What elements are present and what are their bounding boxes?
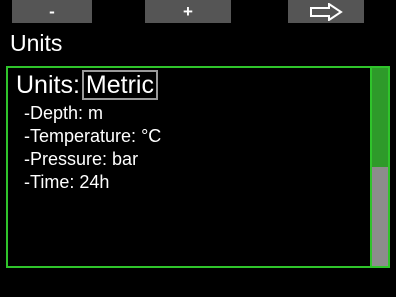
right-arrow-icon xyxy=(310,2,343,21)
next-button[interactable] xyxy=(288,0,364,23)
time-unit-row: -Time: 24h xyxy=(24,171,161,194)
temperature-value: °C xyxy=(141,126,162,146)
temperature-label: -Temperature: xyxy=(24,126,137,146)
scrollbar[interactable] xyxy=(370,68,388,266)
pressure-unit-row: -Pressure: bar xyxy=(24,148,161,171)
units-detail-list: -Depth: m -Temperature: °C -Pressure: ba… xyxy=(24,102,161,194)
depth-label: -Depth: xyxy=(24,103,84,123)
page-title: Units xyxy=(10,30,63,56)
softkey-bar: - + xyxy=(0,0,396,30)
scrollbar-thumb[interactable] xyxy=(372,68,388,167)
settings-panel: Units: Metric -Depth: m -Temperature: °C … xyxy=(6,66,390,268)
depth-unit-row: -Depth: m xyxy=(24,102,161,125)
time-value: 24h xyxy=(79,172,110,192)
time-label: -Time: xyxy=(24,172,75,192)
depth-value: m xyxy=(88,103,104,123)
pressure-label: -Pressure: xyxy=(24,149,108,169)
pressure-value: bar xyxy=(112,149,139,169)
decrease-button[interactable]: - xyxy=(12,0,92,23)
temperature-unit-row: -Temperature: °C xyxy=(24,125,161,148)
decrease-button-label: - xyxy=(49,2,55,21)
increase-button-label: + xyxy=(183,2,193,21)
units-label: Units: xyxy=(16,71,80,99)
dive-computer-screen: - + Units Units: Metric -Depth: m -Temper… xyxy=(0,0,396,297)
increase-button[interactable]: + xyxy=(145,0,231,23)
units-row[interactable]: Units: Metric xyxy=(16,70,158,100)
units-value-selector[interactable]: Metric xyxy=(81,70,158,100)
